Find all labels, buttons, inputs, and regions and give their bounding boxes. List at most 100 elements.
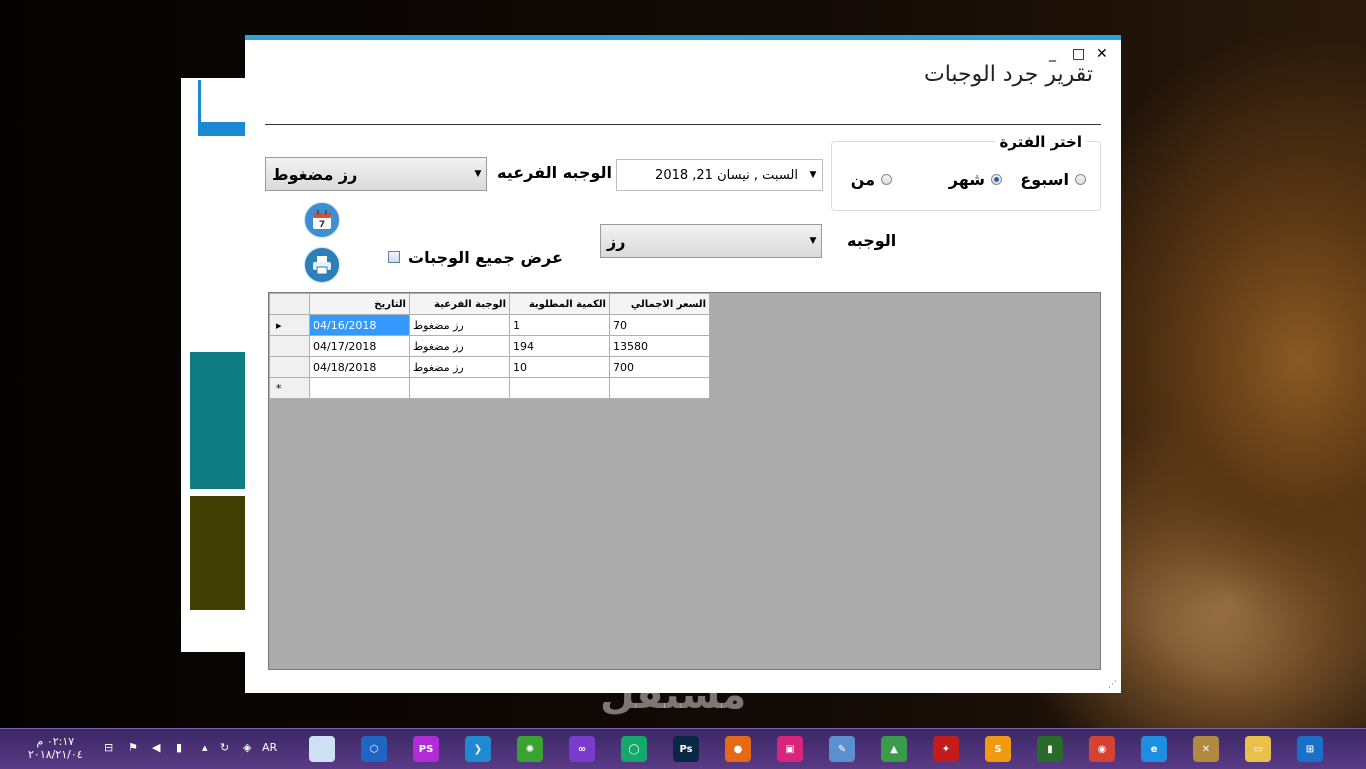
taskbar-button[interactable]: ✎ (816, 729, 868, 769)
table-row[interactable]: 04/17/2018 رز مضغوط 194 13580 (269, 335, 710, 357)
tools-icon: ✕ (1193, 736, 1219, 762)
meal-label: الوجبه (847, 231, 897, 250)
clock[interactable]: ٠٢:١٧ م ٢٠١٨/٢١/٠٤ (28, 735, 83, 761)
cell-sub-meal[interactable]: رز مضغوط (409, 335, 510, 357)
pink-app-icon: ▣ (777, 736, 803, 762)
android-studio-icon: ▲ (881, 736, 907, 762)
new-row[interactable]: * (269, 377, 710, 399)
meal-select-value: رز (607, 231, 626, 251)
sync-icon[interactable]: ↻ (220, 741, 229, 754)
taskbar-button[interactable]: ✺ (504, 729, 556, 769)
resize-grip-icon[interactable]: ⋰ (1108, 680, 1117, 690)
background-logo (198, 80, 246, 136)
taskbar-button[interactable]: PS (400, 729, 452, 769)
printer-icon (313, 256, 331, 275)
chevron-down-icon[interactable]: ▼ (470, 169, 486, 179)
flag-icon[interactable]: ⚑ (128, 741, 138, 754)
column-header-sub-meal[interactable]: الوجبة الفرعية (409, 293, 510, 315)
taskbar-button[interactable]: ▲ (868, 729, 920, 769)
cell-date[interactable]: 04/17/2018 (309, 335, 410, 357)
taskbar-button[interactable]: ◉ (1076, 729, 1128, 769)
cell-empty[interactable] (609, 377, 710, 399)
taskbar: ٠٢:١٧ م ٢٠١٨/٢١/٠٤ ⊟ ⚑ ◀ ▮ ▴ ↻ ◈ AR ⬡ PS ❯… (0, 728, 1366, 769)
taskbar-button[interactable]: ● (712, 729, 764, 769)
chevron-down-icon[interactable]: ▼ (805, 236, 821, 246)
chrome-icon: ◉ (1089, 736, 1115, 762)
cell-empty[interactable] (309, 377, 410, 399)
sub-meal-select-value: رز مضغوط (272, 164, 358, 184)
cell-date[interactable]: 04/16/2018 (309, 314, 410, 336)
paint-icon: ✎ (829, 736, 855, 762)
taskbar-button[interactable]: S (972, 729, 1024, 769)
cell-total[interactable]: 13580 (609, 335, 710, 357)
taskbar-button[interactable]: ❯ (452, 729, 504, 769)
language-indicator[interactable]: AR (262, 741, 277, 754)
svg-text:7: 7 (319, 220, 325, 230)
taskbar-button[interactable]: ✕ (1180, 729, 1232, 769)
column-header-quantity[interactable]: الكمية المطلوبة (509, 293, 610, 315)
date-picker[interactable]: السبت , نيسان 21, 2018 ▼ (616, 159, 823, 191)
row-header-corner (269, 293, 310, 315)
row-header[interactable] (269, 335, 310, 357)
cell-total[interactable]: 700 (609, 356, 710, 378)
taskbar-button[interactable]: ✦ (920, 729, 972, 769)
period-group: اختر الفترة اسبوع شهر من (831, 133, 1101, 211)
camtasia-icon: ▮ (1037, 736, 1063, 762)
radio-month[interactable]: شهر (949, 170, 1002, 189)
clipboard-icon[interactable]: ◈ (243, 741, 251, 754)
hex-app-icon: ⬡ (361, 736, 387, 762)
sub-meal-select[interactable]: رز مضغوط ▼ (265, 157, 487, 191)
row-header[interactable]: ▸ (269, 314, 310, 336)
taskbar-button[interactable]: ⬡ (348, 729, 400, 769)
radio-week-circle[interactable] (1075, 174, 1086, 185)
cell-quantity[interactable]: 1 (509, 314, 610, 336)
show-hidden-icons-icon[interactable]: ▴ (202, 741, 208, 754)
taskbar-button[interactable]: ∞ (556, 729, 608, 769)
radio-month-circle[interactable] (991, 174, 1002, 185)
cell-date[interactable]: 04/18/2018 (309, 356, 410, 378)
minimize-button[interactable]: _ (1049, 47, 1056, 61)
cell-empty[interactable] (409, 377, 510, 399)
column-header-total[interactable]: السعر الاجمالي (609, 293, 710, 315)
cell-sub-meal[interactable]: رز مضغوط (409, 356, 510, 378)
table-row[interactable]: 04/18/2018 رز مضغوط 10 700 (269, 356, 710, 378)
system-tray: ٠٢:١٧ م ٢٠١٨/٢١/٠٤ ⊟ ⚑ ◀ ▮ ▴ ↻ ◈ AR (0, 729, 295, 769)
taskbar-button[interactable] (296, 729, 348, 769)
red-app-icon: ✦ (933, 736, 959, 762)
results-grid[interactable]: التاريخ الوجبة الفرعية الكمية المطلوبة ا… (268, 292, 1101, 670)
show-all-label[interactable]: عرض جميع الوجبات (408, 248, 563, 267)
taskbar-button[interactable]: ▮ (1024, 729, 1076, 769)
taskbar-button[interactable]: e (1128, 729, 1180, 769)
photoshop-icon: Ps (673, 736, 699, 762)
taskbar-apps: ⬡ PS ❯ ✺ ∞ ◯ Ps ● ▣ ✎ ▲ ✦ S ▮ ◉ e ✕ ▭ ⊞ (296, 729, 1336, 769)
taskbar-button[interactable]: ▣ (764, 729, 816, 769)
cell-quantity[interactable]: 194 (509, 335, 610, 357)
firefox-icon: ● (725, 736, 751, 762)
meal-select[interactable]: رز ▼ (600, 224, 822, 258)
cell-sub-meal[interactable]: رز مضغوط (409, 314, 510, 336)
print-button[interactable] (304, 247, 340, 283)
new-row-header[interactable]: * (269, 377, 310, 399)
network-icon[interactable]: ⊟ (104, 741, 113, 754)
cell-empty[interactable] (509, 377, 610, 399)
taskbar-button[interactable]: ▭ (1232, 729, 1284, 769)
radio-from[interactable]: من (851, 170, 892, 189)
chevron-down-icon[interactable]: ▼ (804, 170, 822, 180)
row-header[interactable] (269, 356, 310, 378)
radio-week[interactable]: اسبوع (1020, 170, 1086, 189)
results-table: التاريخ الوجبة الفرعية الكمية المطلوبة ا… (269, 293, 710, 399)
close-button[interactable]: ✕ (1096, 47, 1108, 61)
cell-quantity[interactable]: 10 (509, 356, 610, 378)
cell-total[interactable]: 70 (609, 314, 710, 336)
radio-from-circle[interactable] (881, 174, 892, 185)
table-row[interactable]: ▸ 04/16/2018 رز مضغوط 1 70 (269, 314, 710, 336)
column-header-date[interactable]: التاريخ (309, 293, 410, 315)
show-all-checkbox[interactable] (388, 251, 400, 263)
power-icon[interactable]: ▮ (176, 741, 182, 754)
taskbar-button[interactable]: Ps (660, 729, 712, 769)
taskbar-button[interactable]: ◯ (608, 729, 660, 769)
volume-icon[interactable]: ◀ (152, 741, 160, 754)
taskbar-button[interactable]: ⊞ (1284, 729, 1336, 769)
maximize-button[interactable]: □ (1072, 47, 1085, 61)
calendar-button[interactable]: 7 (304, 202, 340, 238)
